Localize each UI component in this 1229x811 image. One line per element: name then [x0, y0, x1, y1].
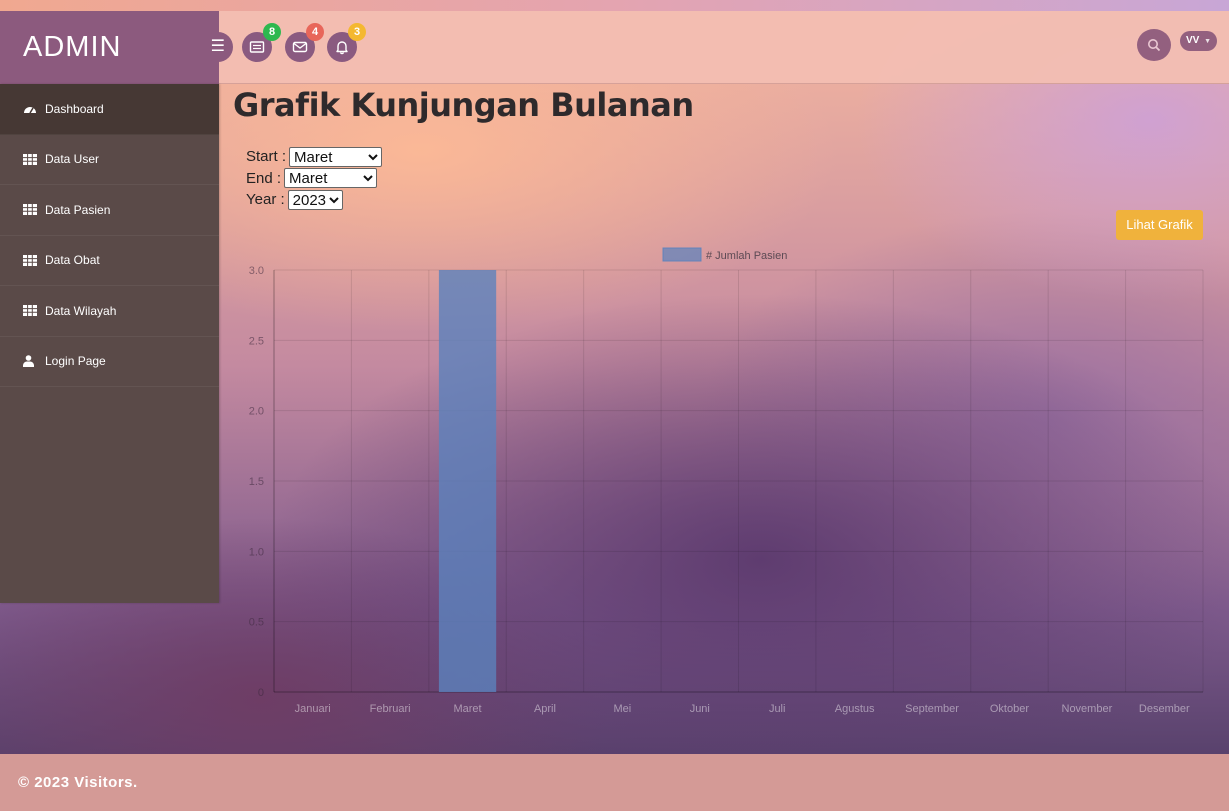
- search-icon: [1148, 39, 1161, 52]
- monthly-visits-chart: 0 0.5 1.0 1.5 2.0 2.5 3.0 Januari Februari Maret A…: [249, 247, 1204, 715]
- lihat-grafik-button[interactable]: Lihat Grafik: [1116, 210, 1203, 240]
- tasks-count-badge: 8: [263, 23, 281, 41]
- search-button[interactable]: [1137, 29, 1171, 61]
- hamburger-icon: ☰: [210, 38, 225, 55]
- envelope-icon: [292, 41, 308, 53]
- table-icon: [23, 153, 37, 165]
- x-tick-label: Oktober: [990, 703, 1029, 715]
- messages-button[interactable]: 4: [285, 23, 324, 62]
- y-tick-label: 2.0: [249, 406, 264, 418]
- legend-label: # Jumlah Pasien: [706, 250, 787, 262]
- sidebar-item-label: Data Pasien: [45, 202, 111, 217]
- date-filter-form: Start : Maret End : Maret Year : 2023: [246, 146, 383, 211]
- menu-toggle-button[interactable]: ☰: [203, 32, 233, 62]
- caret-down-icon: ▼: [1204, 38, 1212, 45]
- sidebar-item-data-wilayah[interactable]: Data Wilayah: [0, 286, 219, 337]
- x-tick-label: September: [905, 703, 959, 715]
- sidebar-item-data-obat[interactable]: Data Obat: [0, 236, 219, 286]
- list-card-icon: [249, 41, 265, 53]
- sidebar-item-data-user[interactable]: Data User: [0, 135, 219, 185]
- bell-icon: [336, 41, 348, 55]
- brand-title[interactable]: ADMIN: [0, 11, 219, 84]
- sidebar-item-label: Dashboard: [45, 101, 104, 116]
- end-month-select[interactable]: Maret: [284, 168, 378, 189]
- sidebar-item-label: Data User: [45, 152, 100, 167]
- table-icon: [23, 254, 37, 266]
- sidebar: Dashboard Data User Data Pasien Data Oba…: [0, 84, 219, 603]
- x-tick-label: Juli: [769, 703, 786, 715]
- year-select[interactable]: 2023: [287, 189, 343, 210]
- y-tick-label: 0.5: [249, 617, 264, 629]
- table-icon: [23, 204, 37, 216]
- x-tick-label: Maret: [453, 703, 481, 715]
- x-tick-label: November: [1062, 703, 1113, 715]
- end-label: End :: [246, 169, 282, 187]
- sidebar-item-data-pasien[interactable]: Data Pasien: [0, 185, 219, 236]
- page-title: Grafik Kunjungan Bulanan: [233, 86, 694, 124]
- sidebar-item-login-page[interactable]: Login Page: [0, 337, 219, 387]
- y-tick-label: 1.5: [249, 476, 264, 488]
- x-tick-label: Juni: [690, 703, 710, 715]
- y-tick-label: 1.0: [249, 546, 264, 558]
- footer: © 2023 Visitors.: [0, 754, 1229, 811]
- footer-copyright: © 2023 Visitors.: [18, 774, 138, 791]
- sidebar-item-label: Data Obat: [45, 253, 100, 268]
- sidebar-item-dashboard[interactable]: Dashboard: [0, 84, 219, 135]
- x-tick-label: Januari: [295, 703, 331, 715]
- sidebar-item-label: Login Page: [45, 354, 106, 369]
- start-label: Start :: [246, 148, 287, 166]
- x-tick-label: Desember: [1139, 703, 1190, 715]
- messages-count-badge: 4: [306, 23, 324, 41]
- user-initials: VV: [1186, 35, 1200, 46]
- legend-swatch: [662, 247, 702, 262]
- y-tick-label: 2.5: [249, 335, 264, 347]
- x-tick-label: Februari: [370, 703, 411, 715]
- sidebar-item-label: Data Wilayah: [45, 303, 117, 318]
- x-tick-label: Agustus: [835, 703, 875, 715]
- y-tick-label: 3.0: [249, 265, 264, 277]
- start-month-select[interactable]: Maret: [289, 146, 383, 167]
- user-menu-button[interactable]: VV ▼: [1180, 31, 1217, 51]
- x-tick-label: Mei: [614, 703, 632, 715]
- alerts-count-badge: 3: [348, 23, 366, 41]
- tasks-button[interactable]: 8: [242, 23, 281, 62]
- year-label: Year :: [246, 191, 285, 209]
- top-accent-strip: [0, 0, 1229, 11]
- bar: [438, 270, 497, 692]
- table-icon: [23, 305, 37, 317]
- x-tick-label: April: [534, 703, 556, 715]
- user-icon: [23, 355, 37, 368]
- y-tick-label: 0: [258, 687, 264, 699]
- dashboard-icon: [23, 103, 37, 115]
- alerts-button[interactable]: 3: [327, 23, 366, 62]
